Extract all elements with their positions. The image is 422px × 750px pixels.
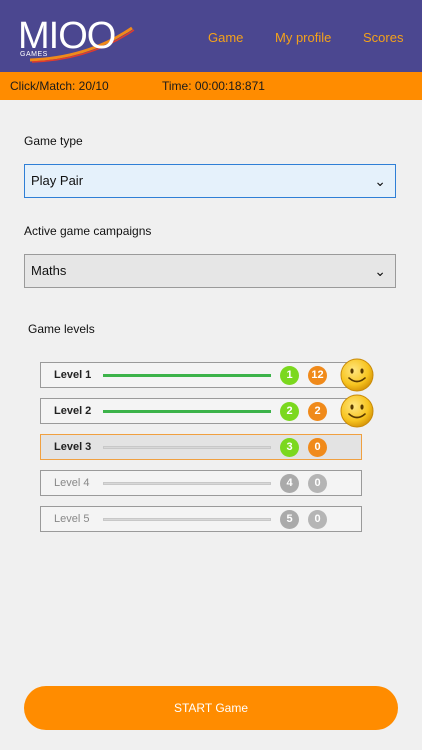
click-match-counter: Click/Match: 20/10 — [10, 79, 109, 93]
level-number-badge: 5 — [280, 510, 299, 529]
level-row: Level 5 50 — [40, 506, 362, 532]
campaigns-value: Maths — [31, 263, 67, 278]
level-progress-bar — [103, 374, 271, 377]
game-levels-label: Game levels — [28, 322, 95, 336]
mioo-logo: MIOO GAMES — [18, 14, 135, 64]
level-progress-bar — [103, 410, 271, 413]
chevron-down-icon: ⌄ — [374, 173, 386, 189]
level-number-badge: 1 — [280, 366, 299, 385]
level-number-badge: 2 — [280, 402, 299, 421]
chevron-down-icon: ⌄ — [374, 263, 386, 279]
game-type-value: Play Pair — [31, 173, 84, 188]
game-type-label: Game type — [24, 134, 83, 148]
level-score-badge: 2 — [308, 402, 327, 421]
level-number-badge: 4 — [280, 474, 299, 493]
smiley-icon — [340, 394, 374, 428]
level-progress-bar — [103, 482, 271, 485]
smiley-icon — [340, 358, 374, 392]
level-name: Level 1 — [54, 369, 92, 381]
nav-my-profile[interactable]: My profile — [275, 30, 331, 45]
game-timer: Time: 00:00:18:871 — [162, 79, 265, 93]
game-type-select[interactable]: Play Pair ⌄ — [24, 164, 396, 198]
nav-scores[interactable]: Scores — [363, 30, 403, 45]
level-score-badge: 0 — [308, 474, 327, 493]
level-score-badge: 12 — [308, 366, 327, 385]
level-number-badge: 3 — [280, 438, 299, 457]
campaigns-select[interactable]: Maths ⌄ — [24, 254, 396, 288]
level-name: Level 3 — [54, 441, 92, 453]
level-row[interactable]: Level 2 22 — [40, 398, 362, 424]
campaigns-label: Active game campaigns — [24, 224, 152, 238]
start-game-button[interactable]: START Game — [24, 686, 398, 730]
app-header: MIOO GAMES Game My profile Scores — [0, 0, 422, 72]
level-progress-bar — [103, 446, 271, 449]
level-row[interactable]: Level 1 1 12 — [40, 362, 362, 388]
level-row: Level 4 40 — [40, 470, 362, 496]
level-name: Level 5 — [54, 513, 90, 525]
level-score-badge: 0 — [308, 510, 327, 529]
level-progress-bar — [103, 518, 271, 521]
logo-subtext: GAMES — [20, 51, 48, 58]
status-bar: Click/Match: 20/10 Time: 00:00:18:871 — [0, 72, 422, 100]
level-name: Level 2 — [54, 405, 92, 417]
level-score-badge: 0 — [308, 438, 327, 457]
level-name: Level 4 — [54, 477, 90, 489]
nav-game[interactable]: Game — [208, 30, 243, 45]
level-row[interactable]: Level 3 30 — [40, 434, 362, 460]
